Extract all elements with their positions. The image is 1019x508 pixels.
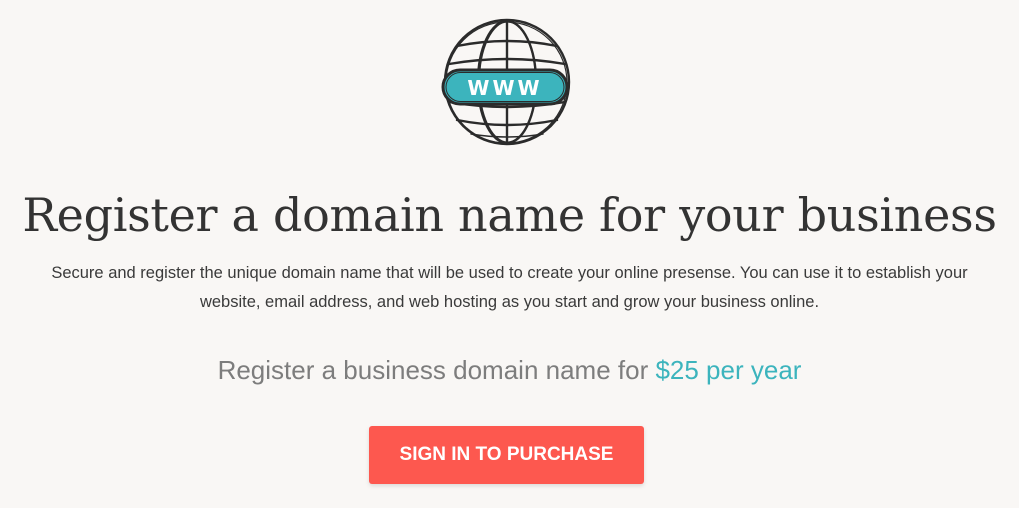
sign-in-to-purchase-button[interactable]: SIGN IN TO PURCHASE [369, 426, 644, 484]
domain-hero: WWW Register a domain name for your busi… [0, 0, 1019, 508]
www-globe-icon: WWW [441, 16, 573, 148]
price-value: $25 per year [655, 355, 802, 385]
hero-description: Secure and register the unique domain na… [51, 264, 968, 311]
www-logo-text: WWW [467, 76, 542, 100]
page-title: Register a domain name for your business [22, 188, 997, 242]
price-prefix: Register a business domain name for [217, 355, 656, 385]
price-line: Register a business domain name for $25 … [0, 351, 1019, 389]
